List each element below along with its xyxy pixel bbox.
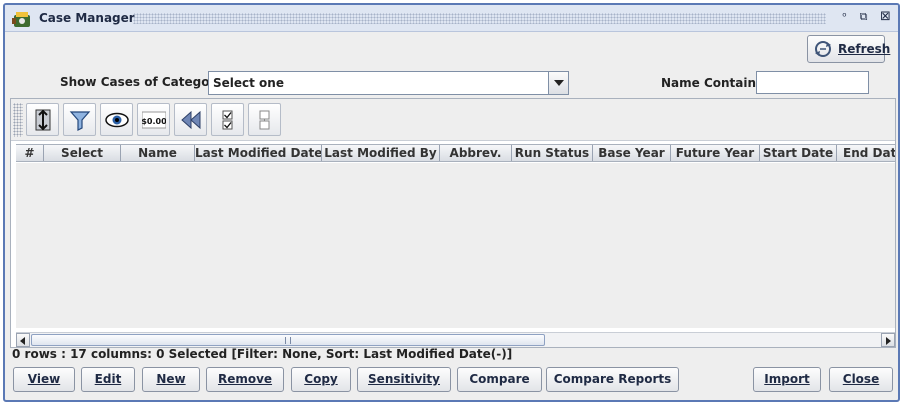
- category-combo[interactable]: Select one: [208, 71, 569, 95]
- close-window-icon[interactable]: ⊠: [878, 10, 893, 25]
- compare-reports-button[interactable]: Compare Reports: [546, 367, 679, 392]
- sensitivity-button[interactable]: Sensitivity: [357, 367, 451, 392]
- remove-button[interactable]: Remove: [206, 367, 284, 392]
- sort-rows-icon: [35, 109, 51, 131]
- currency-format-text: $0.00: [142, 117, 166, 126]
- column-header-run-status[interactable]: Run Status: [512, 145, 593, 161]
- edit-button-label: Edit: [94, 372, 122, 386]
- clear-selection-icon: [259, 110, 270, 130]
- table-toolbar: $0.00: [11, 99, 895, 141]
- filter-icon: [69, 111, 91, 131]
- refresh-label: Refresh: [838, 42, 891, 56]
- remove-button-label: Remove: [217, 372, 273, 386]
- compare-button[interactable]: Compare: [457, 367, 542, 392]
- column-header-last-modified-by[interactable]: Last Modified By: [322, 145, 440, 161]
- name-contains-label: Name Contains:: [661, 76, 768, 90]
- view-button-label: View: [27, 372, 61, 386]
- sort-rows-button[interactable]: [26, 103, 59, 136]
- filter-button[interactable]: [63, 103, 96, 136]
- currency-format-icon: $0.00: [142, 111, 166, 129]
- new-button[interactable]: New: [142, 367, 200, 392]
- format-currency-button[interactable]: $0.00: [137, 103, 170, 136]
- new-button-label: New: [156, 372, 186, 386]
- select-all-icon: [222, 110, 233, 130]
- compare-reports-button-label: Compare Reports: [553, 372, 672, 386]
- title-bar-grip: [133, 13, 826, 24]
- maximize-icon[interactable]: ⧉: [856, 10, 871, 25]
- thumb-grip-icon: [285, 337, 291, 344]
- import-button-label: Import: [764, 372, 810, 386]
- toolbar-grip[interactable]: [13, 103, 23, 137]
- column-header-end-date[interactable]: End Date: [837, 145, 895, 161]
- minimize-icon[interactable]: ᵒ: [837, 10, 852, 25]
- table-status-text: 0 rows : 17 columns: 0 Selected [Filter:…: [12, 347, 513, 361]
- chevron-down-icon[interactable]: [548, 72, 568, 94]
- column-header-abbrev[interactable]: Abbrev.: [440, 145, 512, 161]
- name-contains-input[interactable]: [756, 71, 869, 94]
- window-title: Case Manager: [39, 11, 135, 25]
- refresh-button[interactable]: Refresh: [807, 35, 890, 63]
- table-header: # Select Name Last Modified Date Last Mo…: [16, 144, 895, 162]
- close-button-label: Close: [842, 372, 880, 386]
- edit-button[interactable]: Edit: [81, 367, 135, 392]
- scrollbar-thumb[interactable]: [31, 334, 545, 346]
- table-body[interactable]: [16, 163, 895, 328]
- reset-button[interactable]: [174, 103, 207, 136]
- copy-button[interactable]: Copy: [291, 367, 351, 392]
- case-manager-window: Case Manager ᵒ ⧉ ⊠ Refresh Show Cases of…: [3, 3, 900, 402]
- close-button[interactable]: Close: [829, 367, 893, 392]
- column-header-select[interactable]: Select: [44, 145, 121, 161]
- app-icon: [11, 9, 33, 29]
- category-label: Show Cases of Category:: [60, 75, 228, 89]
- category-selected-value: Select one: [213, 76, 284, 90]
- horizontal-scrollbar[interactable]: [16, 332, 895, 347]
- compare-button-label: Compare: [469, 372, 530, 386]
- refresh-icon: [815, 41, 831, 57]
- column-header-start-date[interactable]: Start Date: [760, 145, 837, 161]
- sensitivity-button-label: Sensitivity: [368, 372, 440, 386]
- copy-button-label: Copy: [304, 372, 338, 386]
- case-table-panel: $0.00 # Select Name Last Modified Date L…: [10, 98, 896, 348]
- eye-icon: [105, 112, 129, 128]
- column-header-last-modified-date[interactable]: Last Modified Date: [195, 145, 322, 161]
- view-button[interactable]: View: [13, 367, 75, 392]
- title-bar[interactable]: Case Manager ᵒ ⧉ ⊠: [5, 5, 898, 32]
- column-header-future-year[interactable]: Future Year: [671, 145, 760, 161]
- view-columns-button[interactable]: [100, 103, 133, 136]
- column-header-number[interactable]: #: [16, 145, 44, 161]
- scroll-left-icon[interactable]: [16, 333, 30, 347]
- rewind-icon: [181, 110, 201, 130]
- clear-selection-button[interactable]: [248, 103, 281, 136]
- import-button[interactable]: Import: [753, 367, 821, 392]
- scroll-right-icon[interactable]: [881, 333, 895, 347]
- column-header-base-year[interactable]: Base Year: [593, 145, 671, 161]
- column-header-name[interactable]: Name: [121, 145, 195, 161]
- select-all-button[interactable]: [211, 103, 244, 136]
